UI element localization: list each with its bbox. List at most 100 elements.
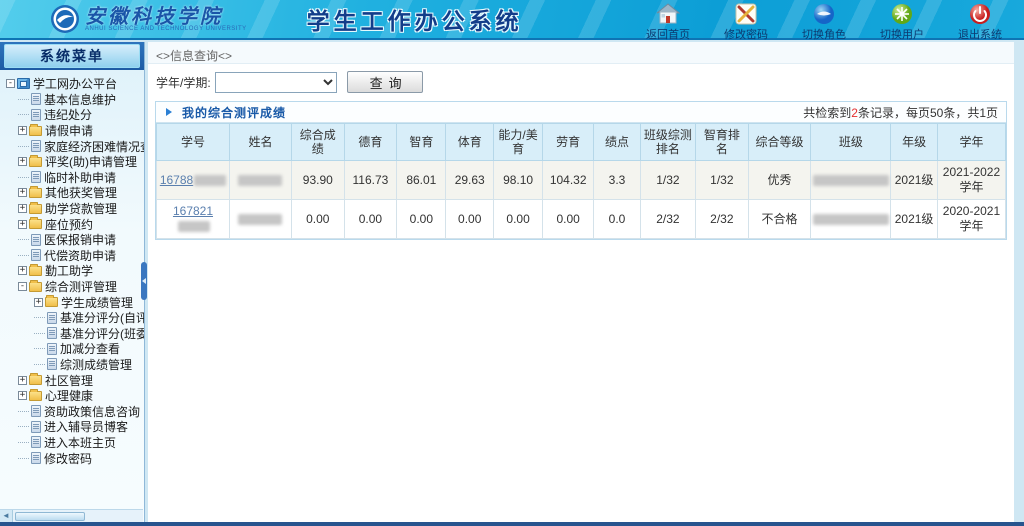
semester-label: 学年/学期: (156, 74, 211, 91)
collapse-icon[interactable]: - (6, 79, 15, 88)
tree-item[interactable]: 进入辅导员博客 (4, 419, 142, 435)
tree-connector (18, 255, 29, 256)
change-password-button[interactable]: 修改密码 (720, 3, 772, 42)
tree-item[interactable]: +助学贷款管理 (4, 201, 142, 217)
tree-item[interactable]: +社区管理 (4, 372, 142, 388)
scrollbar-thumb[interactable] (15, 512, 85, 521)
folder-icon (29, 219, 42, 229)
tree-connector (18, 411, 29, 412)
folder-icon (45, 297, 58, 307)
tree-item[interactable]: - 综合测评管理 (4, 279, 142, 295)
table-row: 1678893.90116.7386.0129.6398.10104.323.3… (157, 161, 1006, 200)
tree-item[interactable]: +勤工助学 (4, 263, 142, 279)
score-cell: 不合格 (748, 200, 811, 239)
score-cell: 1/32 (696, 161, 749, 200)
tree-item-label: 进入本班主页 (44, 434, 116, 451)
tree-item[interactable]: 基准分评分(自评) (4, 310, 142, 326)
folder-icon (29, 375, 42, 385)
expand-icon[interactable]: + (18, 376, 27, 385)
tree-item[interactable]: 综测成绩管理 (4, 357, 142, 373)
score-cell: 2/32 (696, 200, 749, 239)
score-cell: 0.00 (493, 200, 542, 239)
student-id-link[interactable]: 167821 (173, 204, 213, 233)
column-header: 能力/美育 (493, 124, 542, 161)
switch-user-button[interactable]: 切换用户 (876, 3, 928, 42)
collapse-icon[interactable]: - (18, 282, 27, 291)
tree-item[interactable]: +评奖(助)申请管理 (4, 154, 142, 170)
tree-item[interactable]: 违纪处分 (4, 107, 142, 123)
main-content: <>信息查询<> 学年/学期: 查询 我的综合测评成绩 共检索到2条记录，每页5… (148, 42, 1014, 522)
folder-icon (29, 188, 42, 198)
tree-item[interactable]: +其他获奖管理 (4, 185, 142, 201)
tree-connector (18, 239, 29, 240)
system-menu-title[interactable]: 系统菜单 (4, 44, 140, 68)
redacted-class (813, 175, 889, 186)
expand-icon[interactable]: + (18, 220, 27, 229)
logout-button[interactable]: 退出系统 (954, 3, 1006, 42)
tree-item[interactable]: 加减分查看 (4, 341, 142, 357)
switch-user-label: 切换用户 (880, 26, 924, 42)
tree-item[interactable]: 修改密码 (4, 450, 142, 466)
switch-role-button[interactable]: 切换角色 (798, 3, 850, 42)
tree-item[interactable]: +心理健康 (4, 388, 142, 404)
tree-item[interactable]: 医保报销申请 (4, 232, 142, 248)
semester-select[interactable] (215, 72, 337, 93)
tree-item[interactable]: 基准分评分(班委) (4, 326, 142, 342)
tree-item[interactable]: +学生成绩管理 (4, 294, 142, 310)
grade-cell: 2021级 (891, 161, 938, 200)
sidebar-header: 系统菜单 (0, 42, 144, 70)
student-id-link[interactable]: 16788 (160, 173, 226, 187)
expand-icon[interactable]: + (18, 204, 27, 213)
tree-item[interactable]: 代偿资助申请 (4, 248, 142, 264)
doc-icon (31, 452, 41, 464)
column-header: 班级综测排名 (640, 124, 695, 161)
tree-item-label: 基准分评分(班委) (60, 325, 145, 342)
tree-item-label: 综测成绩管理 (60, 356, 132, 373)
expand-icon[interactable]: + (34, 298, 43, 307)
bottom-border-strip (0, 522, 1024, 526)
folder-icon (29, 126, 42, 136)
score-cell: 98.10 (493, 161, 542, 200)
tree-item[interactable]: 临时补助申请 (4, 170, 142, 186)
table-body: 1678893.90116.7386.0129.6398.10104.323.3… (157, 161, 1006, 239)
tree-item[interactable]: + 请假申请 (4, 123, 142, 139)
sidebar-collapse-handle[interactable] (141, 262, 147, 300)
sidebar-horizontal-scrollbar[interactable]: ◄ (0, 509, 143, 522)
logout-icon (968, 3, 992, 25)
score-cell: 93.90 (291, 161, 344, 200)
column-header: 综合等级 (748, 124, 811, 161)
folder-icon (29, 266, 42, 276)
tree-item-label: 请假申请 (45, 122, 93, 139)
doc-icon (31, 93, 41, 105)
home-button[interactable]: 返回首页 (642, 3, 694, 42)
tree-item[interactable]: 资助政策信息咨询 (4, 403, 142, 419)
tree-connector (18, 458, 29, 459)
score-cell: 0.00 (446, 200, 494, 239)
doc-icon (31, 436, 41, 448)
tree-item[interactable]: +座位预约 (4, 216, 142, 232)
expand-icon[interactable]: + (18, 126, 27, 135)
home-label: 返回首页 (646, 26, 690, 42)
tree-connector (34, 348, 45, 349)
column-header: 班级 (811, 124, 891, 161)
redacted-name (238, 214, 282, 225)
tree-item[interactable]: -学工网办公平台 (4, 76, 142, 92)
redacted-id (194, 175, 226, 186)
tree-connector (18, 114, 29, 115)
expand-icon[interactable]: + (18, 188, 27, 197)
tree-item[interactable]: 进入本班主页 (4, 435, 142, 451)
redacted-class (813, 214, 889, 225)
expand-icon[interactable]: + (18, 266, 27, 275)
doc-icon (31, 109, 41, 121)
expand-icon[interactable]: + (18, 157, 27, 166)
tree-item[interactable]: 基本信息维护 (4, 92, 142, 108)
tree-item-label: 家庭经济困难情况查看 (44, 138, 145, 155)
score-cell: 3.3 (594, 161, 641, 200)
results-table: 学号姓名综合成绩德育智育体育能力/美育劳育绩点班级综测排名智育排名综合等级班级年… (156, 123, 1006, 239)
tree-item[interactable]: 家庭经济困难情况查看 (4, 138, 142, 154)
expand-icon[interactable]: + (18, 391, 27, 400)
scroll-left-icon[interactable]: ◄ (0, 510, 13, 522)
logout-label: 退出系统 (958, 26, 1002, 42)
tree-item-label: 综合测评管理 (45, 278, 117, 295)
query-button[interactable]: 查询 (347, 71, 423, 93)
